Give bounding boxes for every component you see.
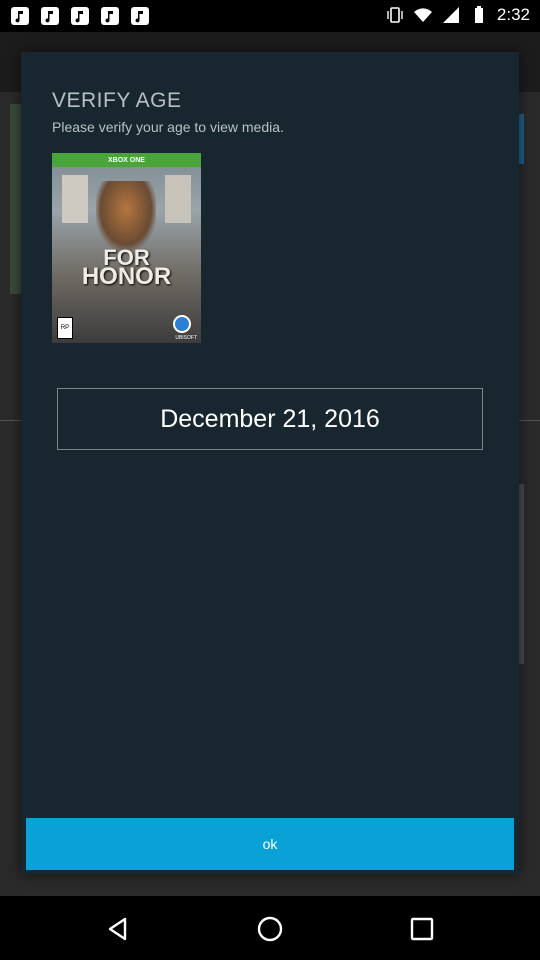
publisher-label: UBISOFT [175, 335, 197, 341]
clock: 2:32 [496, 5, 530, 24]
date-value: December 21, 2016 [160, 404, 380, 433]
ok-button[interactable]: ok [26, 818, 514, 870]
platform-banner: XBOX ONE [52, 153, 201, 167]
date-picker-field[interactable]: December 21, 2016 [57, 388, 483, 450]
dialog-title: VERIFY AGE [52, 89, 182, 112]
flag-right [165, 175, 191, 223]
signal-icon [442, 7, 459, 23]
status-notifications [10, 6, 150, 26]
music-note-icon [11, 7, 29, 25]
status-bar: 2:32 [0, 0, 540, 32]
home-icon[interactable] [255, 914, 285, 944]
recents-icon[interactable] [407, 914, 437, 944]
rating-badge: RP [57, 317, 73, 339]
music-note-icon [131, 7, 149, 25]
back-icon[interactable] [103, 914, 133, 944]
warrior-figure [96, 181, 156, 251]
music-note-icon [41, 7, 59, 25]
wifi-icon [413, 8, 432, 22]
battery-icon [474, 6, 483, 23]
vibrate-icon [387, 7, 403, 23]
music-note-icon [71, 7, 89, 25]
cover-title-line2: HONOR [81, 263, 172, 290]
status-indicators: 2:32 [385, 5, 530, 25]
navigation-bar [0, 896, 540, 960]
uplay-icon [173, 315, 191, 333]
dialog-subtitle: Please verify your age to view media. [52, 119, 284, 135]
music-note-icon [101, 7, 119, 25]
platform-label: XBOX ONE [108, 156, 145, 164]
game-cover-image: XBOX ONE FOR HONOR RP UBISOFT [52, 153, 201, 343]
verify-age-dialog: VERIFY AGE Please verify your age to vie… [21, 52, 519, 874]
flag-left [62, 175, 88, 223]
